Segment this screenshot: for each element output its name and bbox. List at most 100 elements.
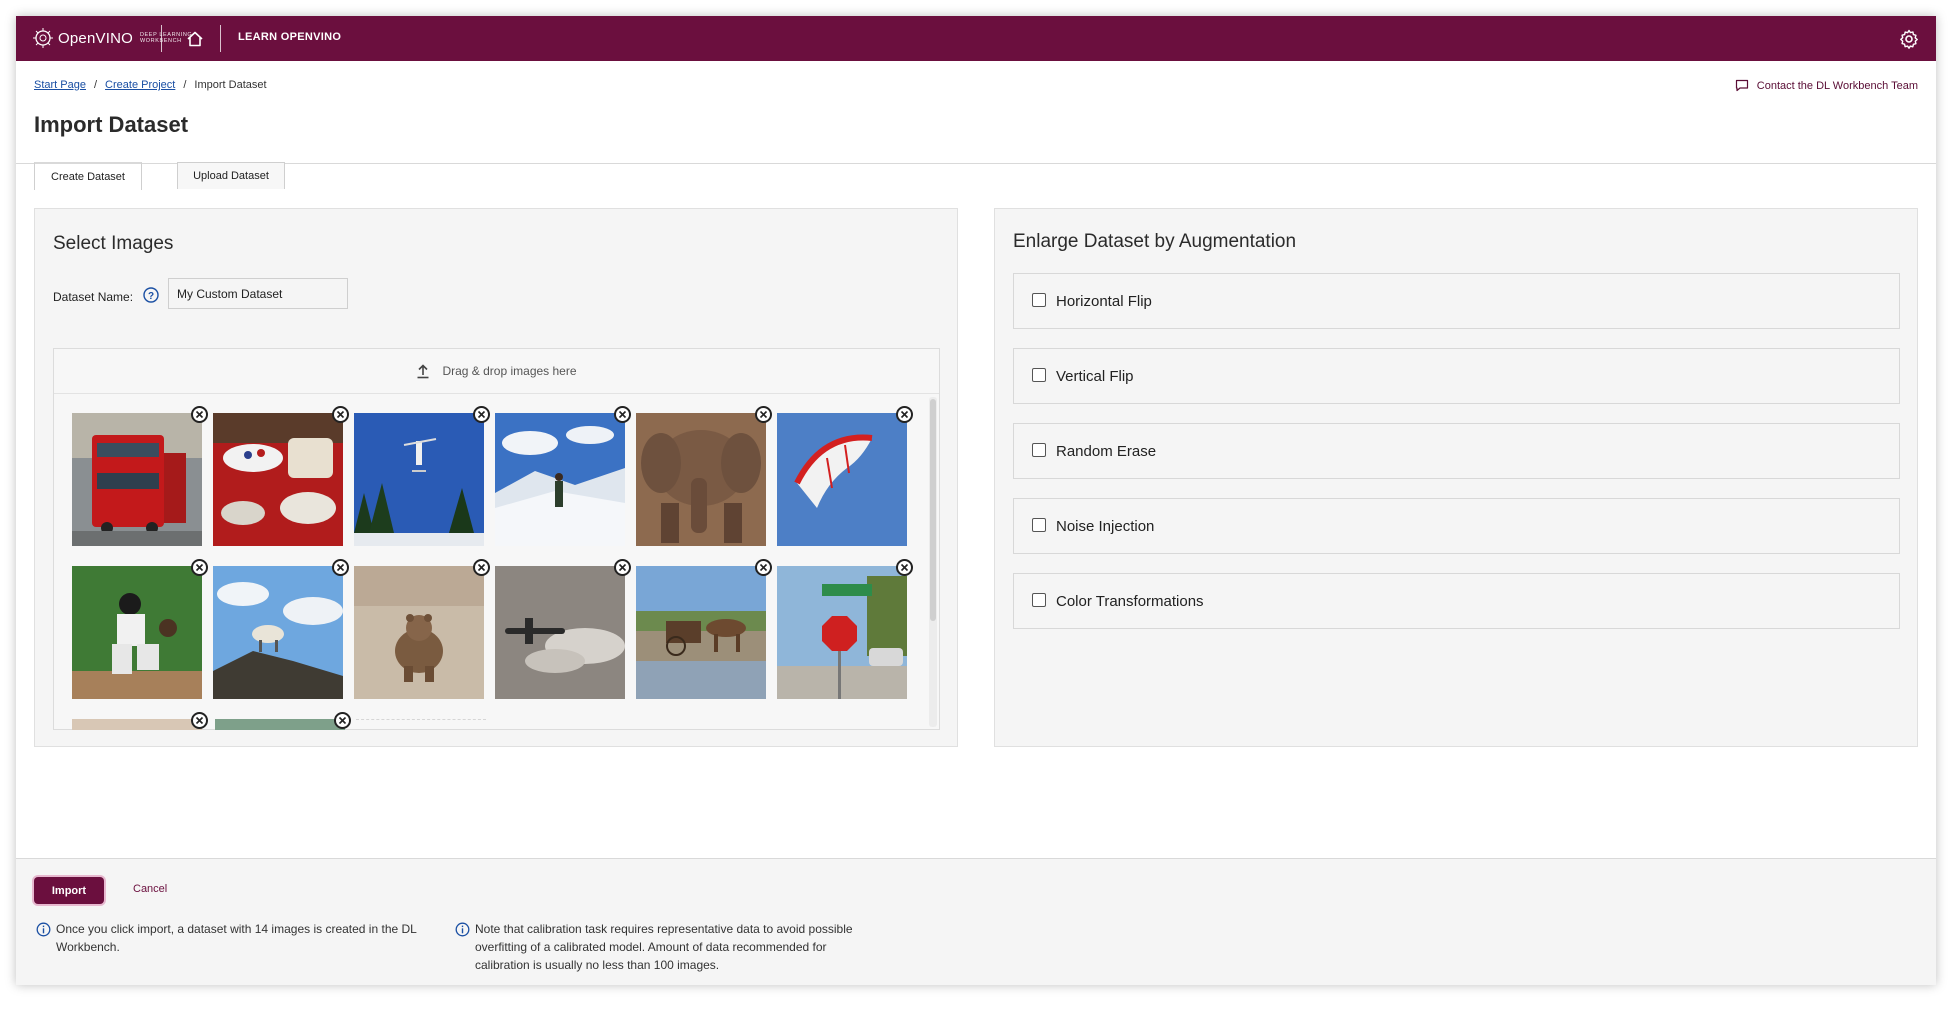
home-button[interactable] [182,26,208,52]
panel-title: Enlarge Dataset by Augmentation [1013,231,1297,252]
dropzone-label: Drag & drop images here [442,364,577,378]
dataset-name-label: Dataset Name: [53,290,134,304]
image-thumbnail-kite[interactable] [777,406,913,546]
remove-image-button[interactable] [473,559,490,576]
image-thumbnail-sheep-on-rock[interactable] [213,559,349,699]
tab-label: Create Dataset [51,171,125,183]
app-window: OpenVINO Deep Learning Workbench LEARN O… [16,16,1936,985]
remove-image-button[interactable] [334,712,351,729]
dropzone-scrollbar[interactable] [929,397,937,727]
dataset-info-note: Once you click import, a dataset with 14… [56,922,417,954]
contact-label: Contact the DL Workbench Team [1756,79,1918,92]
horizontal-flip-checkbox[interactable] [1032,293,1046,307]
kite-image [777,413,907,546]
horse-carriage-image [636,566,766,699]
remove-image-button[interactable] [191,406,208,423]
remove-image-button[interactable] [614,559,631,576]
augmentation-option-vertical-flip[interactable]: Vertical Flip [1013,348,1900,404]
close-icon [618,563,627,572]
remove-image-button[interactable] [191,712,208,729]
remove-image-button[interactable] [473,406,490,423]
footer-actions: Import Cancel Once you click import, a d… [16,858,1936,985]
close-icon [195,410,204,419]
settings-button[interactable] [1896,26,1922,52]
scrollbar-thumb[interactable] [930,399,936,621]
close-icon [336,410,345,419]
remove-image-button[interactable] [755,559,772,576]
cake-table-image [213,413,343,546]
image-thumbnail-elephant[interactable] [636,406,772,546]
option-label: Vertical Flip [1056,368,1134,385]
noise-injection-checkbox[interactable] [1032,518,1046,532]
image-grid [54,395,926,730]
image-thumbnail-stop-sign[interactable] [777,559,913,699]
close-icon [618,410,627,419]
close-icon [900,410,909,419]
logo-text: OpenVINO [58,29,133,47]
learn-openvino-link[interactable]: LEARN OPENVINO [238,31,341,43]
augmentation-option-horizontal-flip[interactable]: Horizontal Flip [1013,273,1900,329]
svg-text:?: ? [148,291,154,302]
remove-image-button[interactable] [332,559,349,576]
close-icon [336,563,345,572]
divider [161,25,162,52]
augmentation-option-color-transformations[interactable]: Color Transformations [1013,573,1900,629]
import-button[interactable]: Import [34,877,104,904]
remove-image-button[interactable] [191,559,208,576]
option-label: Horizontal Flip [1056,293,1152,310]
dataset-name-input[interactable] [168,278,348,309]
snow-hiker-image [495,413,625,546]
image-thumbnail-airplane[interactable] [495,559,631,699]
image-thumbnail-baseball-catcher[interactable] [72,559,208,699]
help-icon[interactable]: ? [143,287,159,303]
info-icon [36,922,51,937]
tab-create-dataset[interactable]: Create Dataset [34,162,142,190]
color-transformations-checkbox[interactable] [1032,593,1046,607]
breadcrumb-current: Import Dataset [194,79,267,91]
breadcrumb: Start Page / Create Project / Import Dat… [34,79,267,91]
dropzone-header[interactable]: Drag & drop images here [54,349,939,394]
upload-icon [417,363,429,378]
red-bus-image [72,413,202,546]
tabs-underline [16,163,1936,164]
random-erase-checkbox[interactable] [1032,443,1046,457]
sheep-on-rock-image [213,566,343,699]
image-thumbnail-skier-jump[interactable] [354,406,490,546]
augmentation-option-random-erase[interactable]: Random Erase [1013,423,1900,479]
partial-image-13 [72,719,202,730]
image-thumbnail-bear[interactable] [354,559,490,699]
close-icon [759,563,768,572]
tab-upload-dataset[interactable]: Upload Dataset [177,162,285,189]
breadcrumb-create-project[interactable]: Create Project [105,79,175,91]
bear-image [354,566,484,699]
baseball-catcher-image [72,566,202,699]
remove-image-button[interactable] [755,406,772,423]
augmentation-option-noise-injection[interactable]: Noise Injection [1013,498,1900,554]
empty-slot [356,719,486,730]
remove-image-button[interactable] [332,406,349,423]
close-icon [338,716,347,725]
panel-title: Select Images [53,233,174,254]
image-thumbnail-snow-hiker[interactable] [495,406,631,546]
remove-image-button[interactable] [614,406,631,423]
image-dropzone[interactable]: Drag & drop images here [53,348,940,730]
divider [220,25,221,52]
close-icon [759,410,768,419]
info-icon [455,922,470,937]
calibration-info-note: Note that calibration task requires repr… [475,922,853,972]
tab-label: Upload Dataset [193,170,269,182]
select-images-panel: Select Images Dataset Name: ? Drag & dro… [34,208,958,747]
cancel-button[interactable]: Cancel [133,883,167,895]
vertical-flip-checkbox[interactable] [1032,368,1046,382]
breadcrumb-start-page[interactable]: Start Page [34,79,86,91]
openvino-logo[interactable]: OpenVINO Deep Learning Workbench [32,20,192,56]
close-icon [900,563,909,572]
contact-team-link[interactable]: Contact the DL Workbench Team [1735,79,1918,92]
image-thumbnail-partial-image-14[interactable] [215,712,351,730]
image-thumbnail-cake-table[interactable] [213,406,349,546]
remove-image-button[interactable] [896,559,913,576]
remove-image-button[interactable] [896,406,913,423]
image-thumbnail-horse-carriage[interactable] [636,559,772,699]
image-thumbnail-red-bus[interactable] [72,406,208,546]
image-thumbnail-partial-image-13[interactable] [72,712,208,730]
